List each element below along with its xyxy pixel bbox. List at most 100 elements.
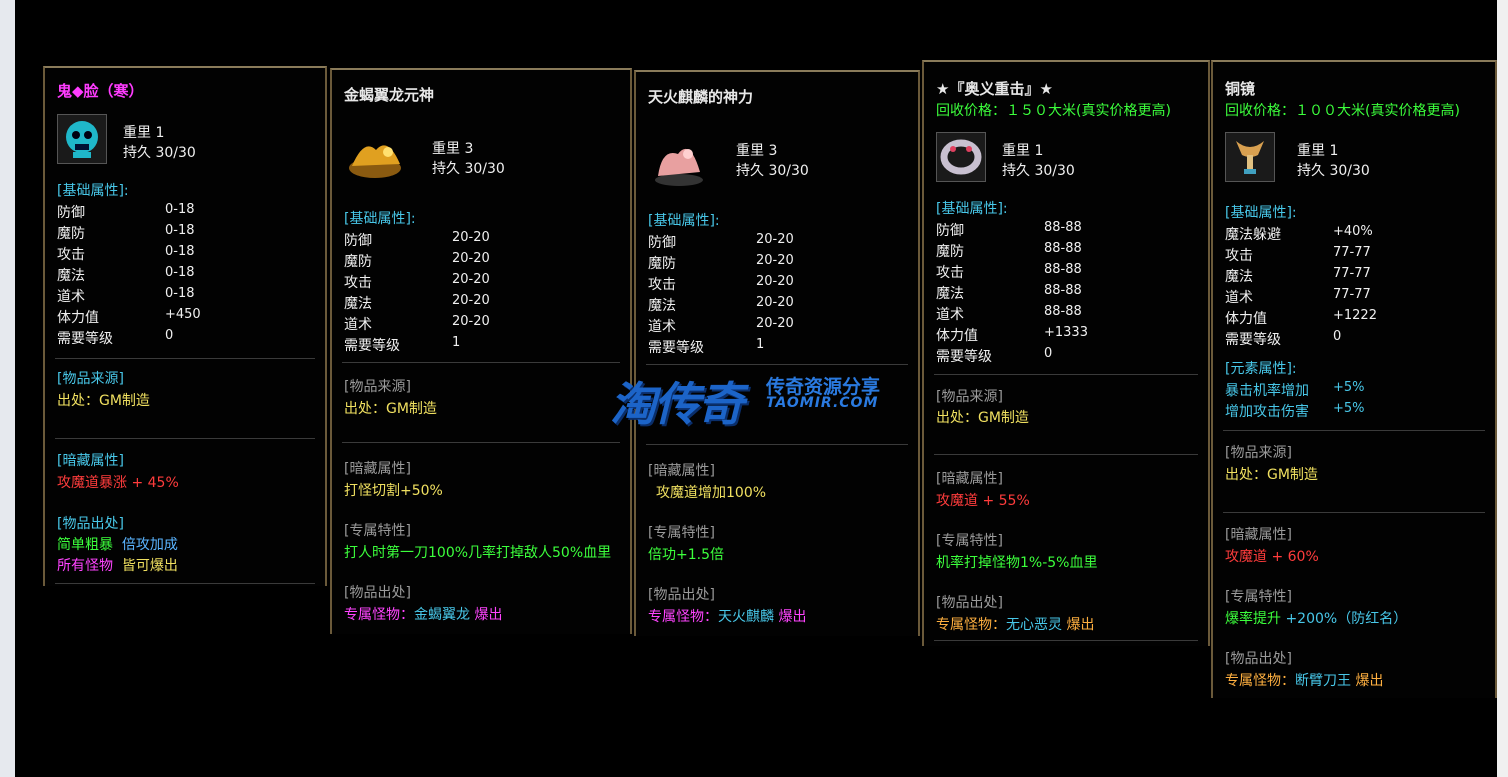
- attr-row: 道术 20-20: [344, 314, 490, 333]
- base-attr-header: [基础属性]:: [344, 211, 416, 227]
- hidden-attr-value: 攻魔道暴涨 + 45%: [57, 475, 179, 491]
- base-attr-header: [基础属性]:: [57, 183, 129, 199]
- drop-header: [物品出处]: [1225, 651, 1292, 667]
- attr-row: 魔法躲避 +40%: [1225, 224, 1373, 243]
- base-attr-header: [基础属性]:: [936, 201, 1008, 217]
- source-header: [物品来源]: [344, 379, 411, 395]
- attr-row: 攻击 77-77: [1225, 245, 1371, 264]
- weight-row: 重里 3: [432, 141, 474, 157]
- attr-row: 魔防 88-88: [936, 241, 1082, 260]
- divider: [55, 358, 315, 359]
- attr-row: 需要等级 1: [344, 335, 461, 354]
- attr-row: 攻击 20-20: [648, 274, 794, 293]
- divider: [342, 442, 620, 443]
- source-value: 出处：GM制造: [344, 401, 437, 417]
- divider: [1223, 430, 1485, 431]
- weight-row: 重里 1: [1297, 143, 1339, 159]
- divider: [646, 444, 908, 445]
- source-header: [物品来源]: [57, 371, 124, 387]
- drop-header: [物品出处]: [936, 595, 1003, 611]
- hidden-attr-value: 攻魔道 + 55%: [936, 493, 1030, 509]
- attr-row: 需要等级 0: [1225, 329, 1342, 348]
- exclusive-value: 倍功+1.5倍: [648, 547, 724, 563]
- divider: [646, 364, 908, 365]
- attr-row: 防御 20-20: [344, 230, 490, 249]
- exclusive-value: 打人时第一刀100%几率打掉敌人50%血里: [344, 545, 612, 561]
- attr-row: 防御 0-18: [57, 202, 195, 221]
- bracelet-icon: [936, 132, 986, 182]
- hidden-attr-header: [暗藏属性]: [57, 453, 124, 469]
- drop-header: [物品出处]: [344, 585, 411, 601]
- durability-row: 持久 30/30: [1297, 163, 1370, 179]
- attr-row: 防御 88-88: [936, 220, 1082, 239]
- attr-row: 体力值 +1333: [936, 325, 1088, 344]
- attr-row: 魔防 20-20: [344, 251, 490, 270]
- ghost-mask-icon: [57, 114, 107, 164]
- divider: [55, 583, 315, 584]
- element-attr-header: [元素属性]:: [1225, 361, 1297, 377]
- item-title: ★『奥义重击』★: [936, 80, 1053, 98]
- fire-qilin-icon: [648, 128, 710, 190]
- weight-row: 重里 1: [123, 125, 165, 141]
- attr-row: 攻击 88-88: [936, 262, 1082, 281]
- item-title: 金蝎翼龙元神: [344, 86, 435, 104]
- element-row: 增加攻击伤害 +5%: [1225, 401, 1365, 420]
- item-title: 天火麒麟的神力: [648, 88, 754, 106]
- source-value: 出处：GM制造: [57, 393, 150, 409]
- divider: [934, 640, 1198, 641]
- attr-row: 需要等级 1: [648, 337, 765, 356]
- drop-line: 专属怪物：无心恶灵 爆出: [936, 617, 1095, 633]
- item-card-ghost-mask: 鬼◆脸（寒） 重里 1 持久 30/30 [基础属性]: 防御 0-18 魔防 0-…: [43, 66, 327, 586]
- base-attr-header: [基础属性]:: [648, 213, 720, 229]
- divider: [55, 438, 315, 439]
- attr-row: 道术 88-88: [936, 304, 1082, 323]
- left-margin: [0, 0, 15, 777]
- drop-header: [物品出处]: [57, 516, 124, 532]
- item-title: 鬼◆脸（寒）: [57, 82, 144, 100]
- attr-row: 体力值 +1222: [1225, 308, 1377, 327]
- attr-row: 道术 0-18: [57, 286, 195, 305]
- attr-row: 防御 20-20: [648, 232, 794, 251]
- exclusive-header: [专属特性]: [344, 523, 411, 539]
- drop-line: 简单粗暴 倍攻加成: [57, 537, 178, 553]
- hidden-attr-value: 打怪切割+50%: [344, 483, 443, 499]
- exclusive-header: [专属特性]: [936, 533, 1003, 549]
- attr-row: 攻击 20-20: [344, 272, 490, 291]
- hidden-attr-value: 攻魔道增加100%: [656, 485, 767, 501]
- weight-row: 重里 1: [1002, 143, 1044, 159]
- base-attr-header: [基础属性]:: [1225, 205, 1297, 221]
- exclusive-header: [专属特性]: [648, 525, 715, 541]
- source-header: [物品来源]: [1225, 445, 1292, 461]
- divider: [1223, 512, 1485, 513]
- exclusive-value: 机率打掉怪物1%-5%血里: [936, 555, 1098, 571]
- item-card-bronze-mirror: 铜镜 回收价格：１００大米(真实价格更高) 重里 1 持久 30/30 [基础属…: [1211, 60, 1497, 698]
- element-row: 暴击机率增加 +5%: [1225, 380, 1365, 399]
- source-header: [物品来源]: [936, 389, 1003, 405]
- drop-line: 专属怪物：天火麒麟 爆出: [648, 609, 807, 625]
- exclusive-value: 爆率提升 +200%（防红名）: [1225, 611, 1408, 627]
- bronze-mirror-icon: [1225, 132, 1275, 182]
- item-title: 铜镜: [1225, 80, 1256, 98]
- hidden-attr-header: [暗藏属性]: [344, 461, 411, 477]
- durability-row: 持久 30/30: [736, 163, 809, 179]
- watermark-logo: 淘传奇 传奇资源分享 TAOMIR.COM: [610, 376, 881, 431]
- drop-header: [物品出处]: [648, 587, 715, 603]
- attr-row: 魔法 77-77: [1225, 266, 1371, 285]
- drop-line: 专属怪物：断臂刀王 爆出: [1225, 673, 1384, 689]
- divider: [934, 454, 1198, 455]
- divider: [934, 374, 1198, 375]
- drop-line: 所有怪物 皆可爆出: [57, 558, 178, 574]
- durability-row: 持久 30/30: [1002, 163, 1075, 179]
- attr-row: 魔法 20-20: [344, 293, 490, 312]
- attr-row: 魔法 88-88: [936, 283, 1082, 302]
- attr-row: 魔法 0-18: [57, 265, 195, 284]
- attr-row: 魔防 0-18: [57, 223, 195, 242]
- hidden-attr-header: [暗藏属性]: [1225, 527, 1292, 543]
- attr-row: 需要等级 0: [57, 328, 174, 347]
- item-card-fire-qilin: 天火麒麟的神力 重里 3 持久 30/30 [基础属性]: 防御 20-20 魔防…: [634, 70, 920, 636]
- item-card-mystic-strike: ★『奥义重击』★ 回收价格：１５０大米(真实价格更高) 重里 1 持久 30/3…: [922, 60, 1210, 646]
- source-value: 出处：GM制造: [936, 410, 1029, 426]
- hidden-attr-value: 攻魔道 + 60%: [1225, 549, 1319, 565]
- attr-row: 魔法 20-20: [648, 295, 794, 314]
- durability-row: 持久 30/30: [432, 161, 505, 177]
